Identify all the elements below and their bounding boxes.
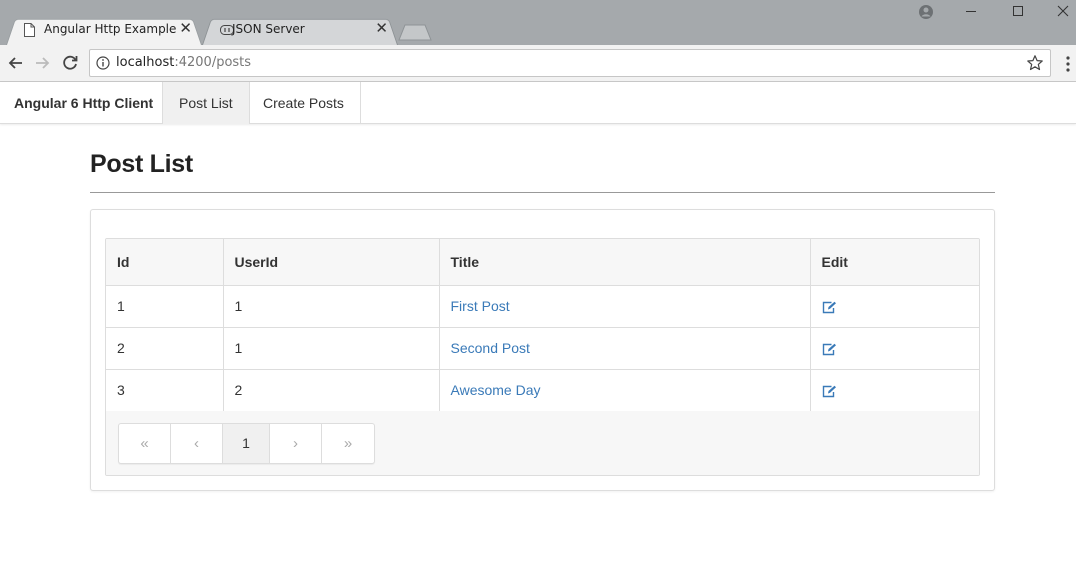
table-footer: « ‹ 1 › »: [106, 411, 979, 475]
pagination-prev-button[interactable]: ‹: [171, 424, 223, 463]
cell-id: 3: [106, 369, 224, 412]
maximize-icon[interactable]: [1012, 5, 1024, 17]
app-navbar: Angular 6 Http Client Post List Create P…: [0, 82, 1076, 124]
cell-userid: 1: [223, 285, 440, 328]
posts-table-container: Id UserId Title Edit 1 1 First Post 2 1 …: [105, 238, 980, 476]
post-title-link[interactable]: Second Post: [451, 340, 530, 356]
page-title: Post List: [90, 150, 193, 178]
table-row: 2 1 Second Post: [106, 327, 979, 370]
nav-link-post-list[interactable]: Post List: [162, 82, 250, 124]
edit-icon[interactable]: [822, 385, 837, 398]
title-divider: [90, 192, 995, 193]
url-path: :4200/posts: [174, 55, 252, 70]
url-host: localhost: [116, 55, 175, 70]
cell-title: Second Post: [439, 327, 811, 370]
url-text: localhost:4200/posts: [116, 55, 251, 70]
cell-title: First Post: [439, 285, 811, 328]
table-row: 3 2 Awesome Day: [106, 369, 979, 412]
edit-icon[interactable]: [822, 343, 837, 356]
info-icon[interactable]: [96, 56, 110, 70]
cell-edit: [810, 285, 979, 328]
cell-id: 2: [106, 327, 224, 370]
header-edit: Edit: [810, 239, 979, 286]
cell-edit: [810, 369, 979, 412]
minimize-icon[interactable]: [965, 5, 977, 17]
browser-tab-inactive[interactable]: JSON Server ✕: [202, 16, 398, 45]
navbar-brand[interactable]: Angular 6 Http Client: [14, 95, 153, 111]
profile-icon[interactable]: [918, 4, 934, 20]
close-tab-icon[interactable]: ✕: [179, 20, 192, 38]
close-window-icon[interactable]: [1057, 5, 1069, 17]
browser-tabstrip: Angular Http Example ✕ JSON Server ✕: [0, 0, 1076, 45]
table-row: 1 1 First Post: [106, 285, 979, 328]
page-icon: [24, 23, 35, 37]
tab-title: Angular Http Example: [44, 22, 177, 36]
post-title-link[interactable]: Awesome Day: [451, 382, 541, 398]
cell-id: 1: [106, 285, 224, 328]
forward-icon[interactable]: [30, 51, 54, 75]
cell-title: Awesome Day: [439, 369, 811, 412]
reload-icon[interactable]: [58, 51, 82, 75]
tab-title: JSON Server: [232, 22, 305, 36]
address-bar[interactable]: localhost:4200/posts: [89, 49, 1051, 77]
pagination-last-button[interactable]: »: [322, 424, 374, 463]
header-title: Title: [439, 239, 811, 286]
cell-userid: 2: [223, 369, 440, 412]
edit-icon[interactable]: [822, 301, 837, 314]
cell-userid: 1: [223, 327, 440, 370]
close-tab-icon[interactable]: ✕: [375, 20, 388, 38]
table-header-row: Id UserId Title Edit: [106, 239, 979, 286]
browser-menu-icon[interactable]: [1063, 54, 1073, 74]
header-userid: UserId: [223, 239, 440, 286]
posts-table: Id UserId Title Edit 1 1 First Post 2 1 …: [106, 239, 979, 412]
back-icon[interactable]: [4, 51, 28, 75]
pagination-page-button[interactable]: 1: [223, 424, 270, 463]
bookmark-star-icon[interactable]: [1026, 54, 1044, 72]
nav-link-create-posts[interactable]: Create Posts: [247, 82, 361, 124]
browser-toolbar: localhost:4200/posts: [0, 45, 1076, 82]
browser-tab-active[interactable]: Angular Http Example ✕: [6, 16, 202, 45]
post-title-link[interactable]: First Post: [451, 298, 510, 314]
pagination: « ‹ 1 › »: [118, 423, 375, 464]
cell-edit: [810, 327, 979, 370]
new-tab-button[interactable]: [398, 24, 432, 41]
header-id: Id: [106, 239, 224, 286]
pagination-next-button[interactable]: ›: [270, 424, 322, 463]
pagination-first-button[interactable]: «: [119, 424, 171, 463]
